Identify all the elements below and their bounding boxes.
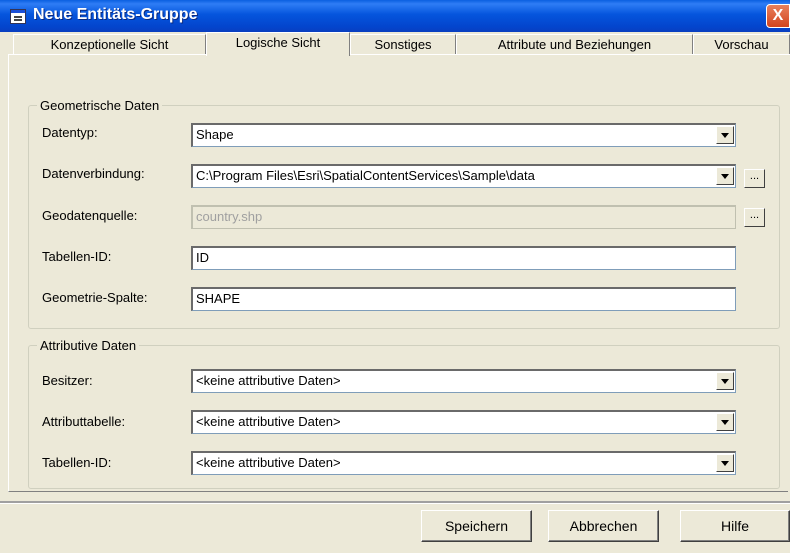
besitzer-label: Besitzer: (42, 373, 93, 388)
datentyp-select[interactable]: Shape (191, 123, 736, 147)
datenverbindung-browse-button[interactable]: ... (744, 169, 765, 188)
attr-tabellen-id-label: Tabellen-ID: (42, 455, 112, 470)
close-button[interactable]: X (766, 4, 790, 28)
window-title: Neue Entitäts-Gruppe (33, 6, 198, 23)
datentyp-value: Shape (196, 127, 234, 142)
attr-tabellen-id-value: <keine attributive Daten> (196, 455, 341, 470)
title-bar: Neue Entitäts-Gruppe X (0, 0, 790, 32)
attributtabelle-label: Attributtabelle: (42, 414, 126, 429)
tab-konzeptionelle-sicht[interactable]: Konzeptionelle Sicht (13, 34, 206, 54)
geodatenquelle-value: country.shp (196, 209, 263, 224)
datenverbindung-select[interactable]: C:\Program Files\Esri\SpatialContentServ… (191, 164, 736, 188)
tab-sonstiges[interactable]: Sonstiges (350, 34, 456, 54)
geometric-data-title: Geometrische Daten (37, 98, 163, 113)
tabellen-id-input[interactable]: ID (191, 246, 736, 270)
help-button[interactable]: Hilfe (680, 510, 790, 542)
tabellen-id-label: Tabellen-ID: (42, 249, 112, 264)
tab-vorschau[interactable]: Vorschau (693, 34, 790, 54)
tab-attribute-und-beziehungen[interactable]: Attribute und Beziehungen (456, 34, 693, 54)
datenverbindung-label: Datenverbindung: (42, 166, 145, 181)
chevron-down-icon[interactable] (716, 167, 734, 185)
attributive-data-title: Attributive Daten (37, 338, 140, 353)
save-button[interactable]: Speichern (421, 510, 532, 542)
attributtabelle-value: <keine attributive Daten> (196, 414, 341, 429)
chevron-down-icon[interactable] (716, 372, 734, 390)
cancel-button[interactable]: Abbrechen (548, 510, 659, 542)
attr-tabellen-id-select[interactable]: <keine attributive Daten> (191, 451, 736, 475)
geometrie-spalte-input[interactable]: SHAPE (191, 287, 736, 311)
datentyp-label: Datentyp: (42, 125, 98, 140)
button-bar-separator (0, 501, 790, 504)
chevron-down-icon[interactable] (716, 126, 734, 144)
attributtabelle-select[interactable]: <keine attributive Daten> (191, 410, 736, 434)
window-icon (10, 9, 26, 24)
tab-logische-sicht[interactable]: Logische Sicht (206, 32, 350, 56)
geometrie-spalte-label: Geometrie-Spalte: (42, 290, 148, 305)
datenverbindung-value: C:\Program Files\Esri\SpatialContentServ… (196, 168, 535, 183)
geodatenquelle-label: Geodatenquelle: (42, 208, 138, 223)
geodatenquelle-browse-button[interactable]: ... (744, 208, 765, 227)
besitzer-select[interactable]: <keine attributive Daten> (191, 369, 736, 393)
chevron-down-icon[interactable] (716, 454, 734, 472)
chevron-down-icon[interactable] (716, 413, 734, 431)
besitzer-value: <keine attributive Daten> (196, 373, 341, 388)
geodatenquelle-field: country.shp (191, 205, 736, 229)
